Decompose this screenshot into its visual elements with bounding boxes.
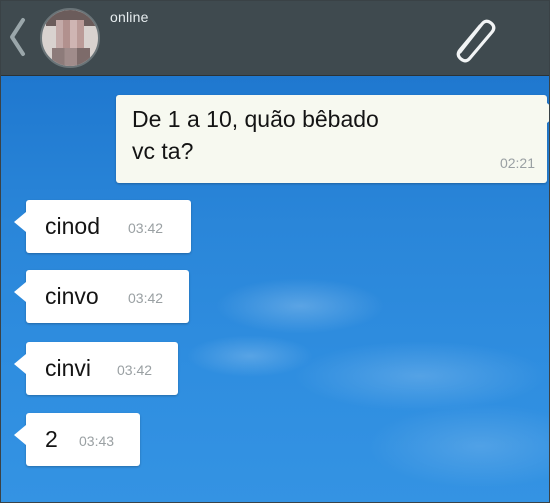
message-text: cinod bbox=[45, 213, 100, 239]
message-text: cinvo bbox=[45, 283, 99, 309]
avatar[interactable] bbox=[40, 8, 100, 68]
bubble-tail bbox=[14, 354, 26, 374]
outgoing-message[interactable]: De 1 a 10, quão bêbado vc ta? 02:21 bbox=[116, 95, 550, 183]
message-text-line: vc ta? bbox=[132, 138, 194, 164]
message-text-line: De 1 a 10, quão bêbado bbox=[132, 106, 379, 132]
message-text: De 1 a 10, quão bêbado vc ta? bbox=[132, 103, 379, 167]
incoming-message[interactable]: cinvi 03:42 bbox=[14, 342, 178, 395]
chat-header: online bbox=[0, 0, 550, 76]
bubble-tail bbox=[14, 282, 26, 302]
avatar-pixelated-body bbox=[52, 48, 90, 66]
bubble-tail bbox=[14, 425, 26, 445]
message-time: 02:21 bbox=[499, 155, 535, 171]
contact-status: online bbox=[110, 9, 149, 25]
bubble-tail bbox=[14, 212, 26, 232]
message-time: 03:43 bbox=[79, 433, 115, 449]
incoming-message[interactable]: 2 03:43 bbox=[14, 413, 140, 466]
message-time: 03:42 bbox=[117, 362, 153, 378]
paperclip-icon[interactable] bbox=[446, 12, 502, 64]
message-time: 03:42 bbox=[128, 290, 164, 306]
message-text: cinvi bbox=[45, 355, 92, 381]
chat-area[interactable]: De 1 a 10, quão bêbado vc ta? 02:21 cino… bbox=[0, 76, 550, 503]
message-text: 2 bbox=[45, 426, 58, 452]
chat-screen: online De 1 a 10, quão bêbado vc ta? 02:… bbox=[0, 0, 550, 503]
message-time: 03:42 bbox=[128, 220, 164, 236]
chevron-left-icon[interactable] bbox=[6, 14, 28, 60]
incoming-message[interactable]: cinvo 03:42 bbox=[14, 270, 189, 323]
incoming-message[interactable]: cinod 03:42 bbox=[14, 200, 191, 253]
